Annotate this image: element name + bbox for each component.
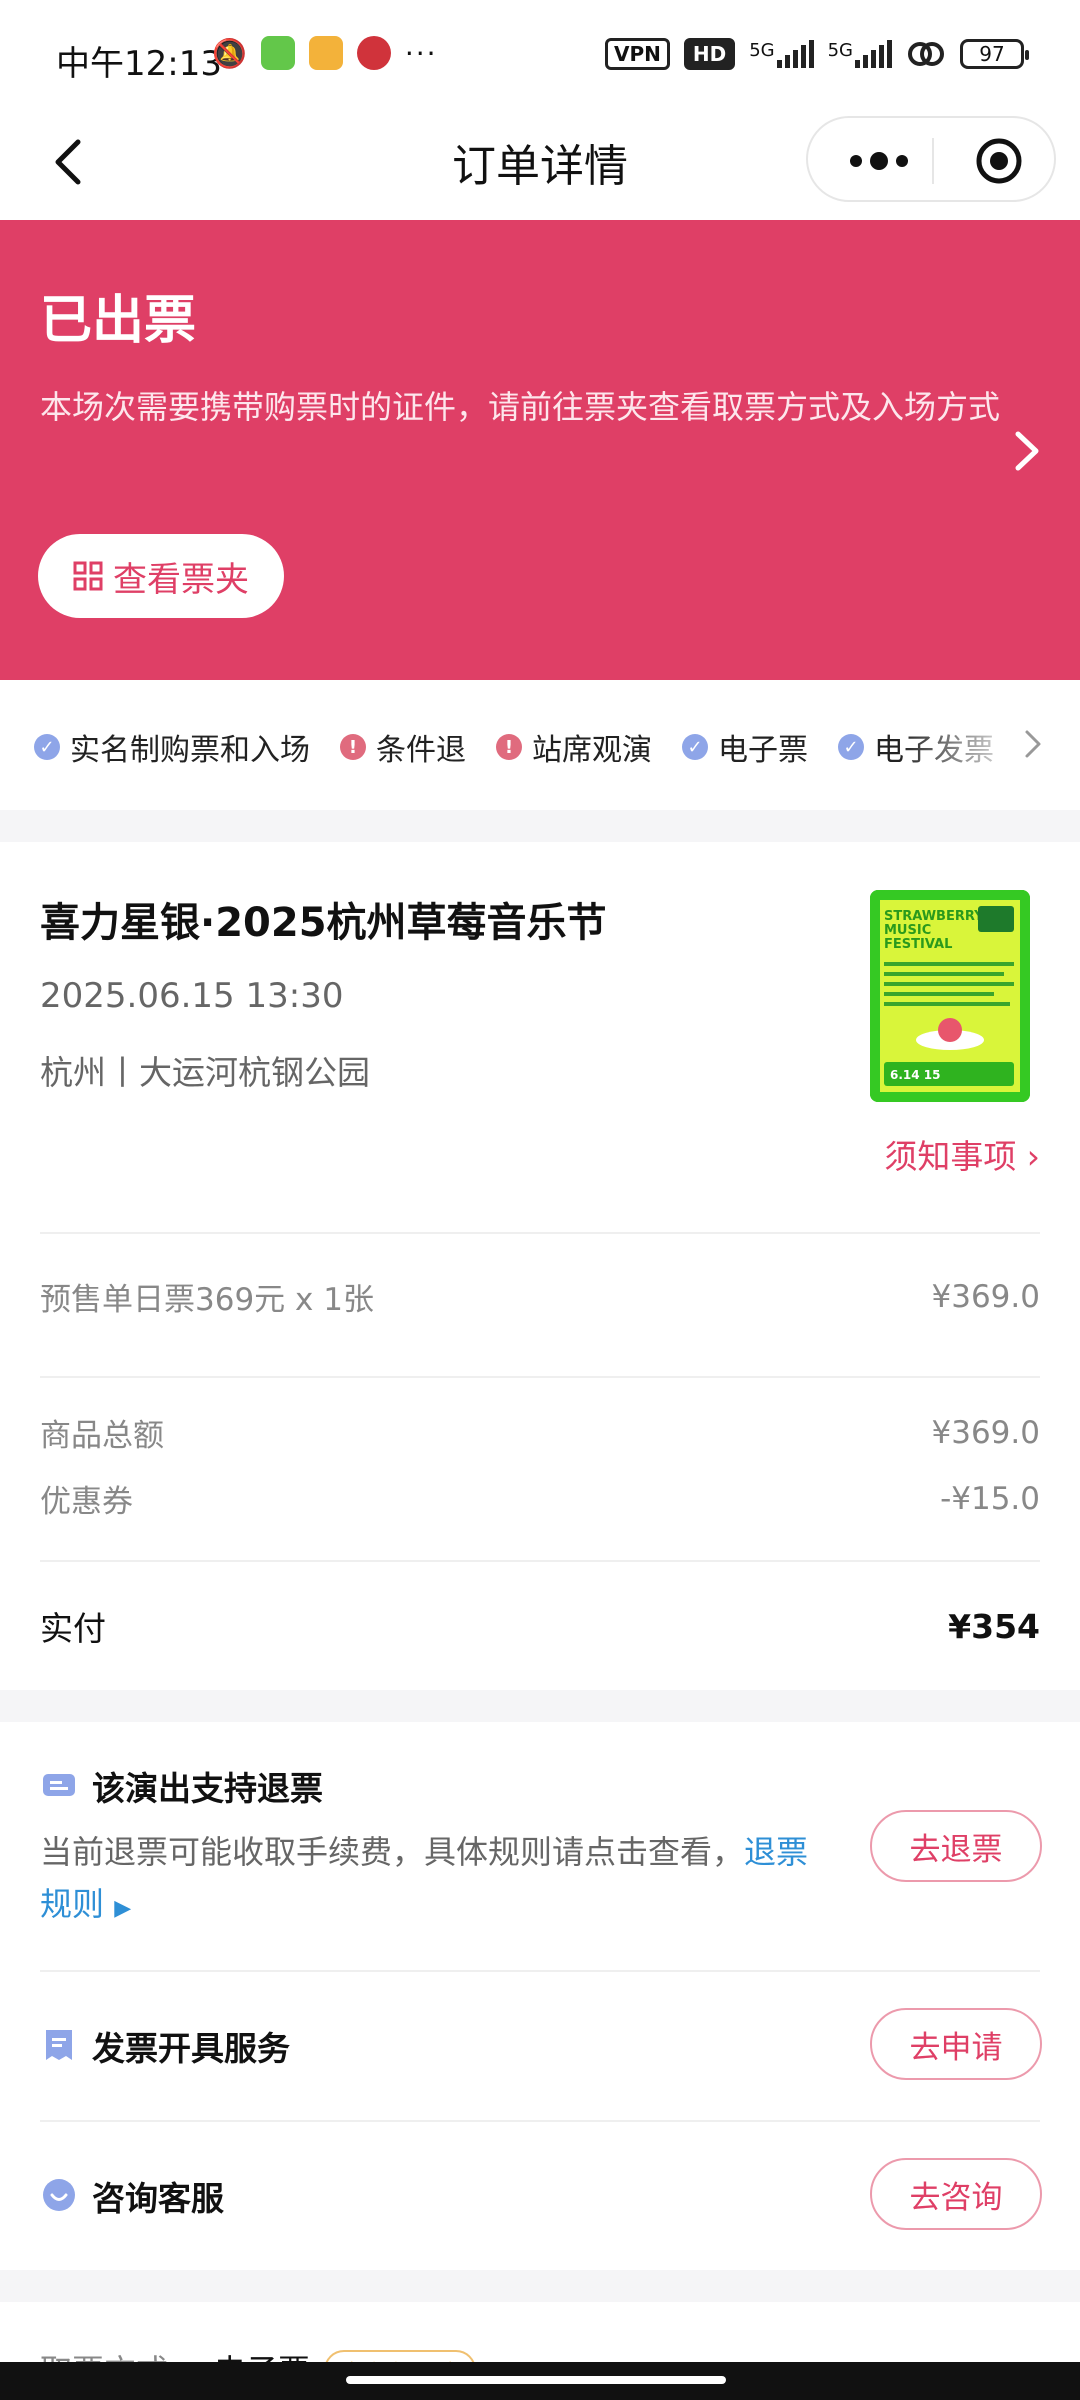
ticket-status-banner[interactable]: 已出票 本场次需要携带购票时的证件，请前往票夹查看取票方式及入场方式 查看票夹: [0, 220, 1080, 680]
poster-image: STRAWBERRY MUSIC FESTIVAL 6.14 15: [870, 890, 1030, 1102]
divider: [40, 1232, 1040, 1234]
poster-line1: STRAWBERRY: [884, 909, 984, 924]
tag-e-ticket[interactable]: ✓ 电子票: [682, 725, 808, 769]
clock: 中午12:13: [56, 44, 222, 84]
chevron-right-icon[interactable]: [1022, 726, 1044, 762]
chevron-right-icon[interactable]: [1008, 426, 1044, 476]
subtotal-label: 商品总额: [40, 1418, 164, 1454]
ticket-line-price: ¥369.0: [931, 1278, 1040, 1315]
tag-label: 电子票: [718, 733, 808, 768]
ticket-line-label: 预售单日票369元 x 1张: [40, 1282, 374, 1318]
nav-bar: 订单详情: [0, 110, 1080, 220]
view-ticket-wallet-label: 查看票夹: [113, 559, 249, 600]
qr-grid-icon: [73, 561, 103, 591]
refund-button[interactable]: 去退票: [870, 1810, 1042, 1882]
divider: [40, 2120, 1040, 2122]
tag-label: 站席观演: [532, 733, 652, 768]
customer-service-icon: [43, 2179, 75, 2211]
apply-invoice-button[interactable]: 去申请: [870, 2008, 1042, 2080]
check-icon: ✓: [682, 734, 708, 760]
coupon-row: 优惠券 -¥15.0: [40, 1476, 1040, 1521]
event-datetime: 2025.06.15 13:30: [40, 976, 344, 1016]
support-title: 咨询客服: [92, 2179, 224, 2218]
refund-title: 该演出支持退票: [92, 1769, 323, 1808]
policy-tags[interactable]: ✓实名制购票和入场 !条件退 !站席观演 ✓电子票 ✓电子发票: [0, 680, 1080, 810]
more-notifications-icon: ···: [404, 36, 438, 70]
vpn-indicator: VPN: [604, 38, 670, 70]
tag-label: 实名制购票和入场: [70, 733, 310, 768]
system-indicators: VPN HD 5G 5G 97: [604, 38, 1029, 70]
network-type-label: 5G: [827, 40, 853, 61]
subtotal-value: ¥369.0: [931, 1414, 1040, 1451]
paid-amount: ¥354: [948, 1606, 1040, 1646]
tag-standing[interactable]: ! 站席观演: [496, 725, 652, 769]
home-indicator[interactable]: [346, 2376, 726, 2384]
event-venue: 杭州丨大运河杭钢公园: [40, 1053, 370, 1092]
coupon-label: 优惠券: [40, 1484, 133, 1520]
divider: [40, 1970, 1040, 1972]
invoice-icon: [46, 2030, 72, 2060]
check-icon: ✓: [34, 734, 60, 760]
ticket-icon: [43, 1774, 75, 1796]
tag-conditional-refund[interactable]: ! 条件退: [340, 725, 466, 769]
app-notification-icon: [356, 36, 391, 70]
miniapp-capsule: [806, 116, 1056, 202]
check-icon: ✓: [838, 734, 864, 760]
warning-icon: !: [496, 734, 522, 760]
link-icon: [908, 42, 944, 66]
notice-link[interactable]: 须知事项 ›: [884, 1130, 1040, 1178]
refund-description: 当前退票可能收取手续费，具体规则请点击查看，退票规则 ▶: [40, 1826, 840, 1935]
warning-icon: !: [340, 734, 366, 760]
view-ticket-wallet-button[interactable]: 查看票夹: [38, 534, 284, 618]
ticket-status: 已出票: [40, 291, 197, 351]
triangle-right-icon: ▶: [114, 1896, 132, 1921]
subtotal-row: 商品总额 ¥369.0: [40, 1410, 1040, 1455]
poster-line3: FESTIVAL: [884, 937, 952, 952]
services-card: 该演出支持退票 当前退票可能收取手续费，具体规则请点击查看，退票规则 ▶ 去退票…: [0, 1722, 1080, 2270]
battery-indicator: 97: [960, 39, 1029, 69]
poster-date: 6.14 15: [890, 1068, 940, 1082]
app-notification-icon: [260, 36, 295, 70]
event-title[interactable]: 喜力星银·2025杭州草莓音乐节: [40, 890, 607, 948]
order-card: 喜力星银·2025杭州草莓音乐节 2025.06.15 13:30 杭州丨大运河…: [0, 842, 1080, 1690]
capsule-divider: [932, 138, 934, 184]
mute-icon: 🔕: [212, 36, 247, 70]
tag-label: 条件退: [376, 733, 466, 768]
divider: [40, 1376, 1040, 1378]
fade-overlay: [900, 680, 1080, 810]
event-poster[interactable]: STRAWBERRY MUSIC FESTIVAL 6.14 15: [870, 890, 1030, 1102]
signal-icon: 5G: [749, 40, 814, 68]
tag-real-name[interactable]: ✓ 实名制购票和入场: [34, 725, 310, 769]
more-dots-icon[interactable]: [844, 146, 914, 176]
ticket-instructions: 本场次需要携带购票时的证件，请前往票夹查看取票方式及入场方式: [40, 388, 1001, 426]
close-target-icon[interactable]: [974, 136, 1024, 186]
poster-line2: MUSIC: [884, 923, 931, 938]
app-notification-icon: [308, 36, 343, 70]
consult-button[interactable]: 去咨询: [870, 2158, 1042, 2230]
invoice-title: 发票开具服务: [92, 2029, 290, 2068]
signal-icon: 5G: [828, 40, 892, 68]
tag-list: ✓实名制购票和入场 !条件退 !站席观演 ✓电子票 ✓电子发票: [34, 725, 994, 769]
network-type-label: 5G: [749, 40, 775, 61]
paid-label: 实付: [40, 1609, 106, 1648]
system-nav-bar: [0, 2362, 1080, 2400]
divider: [40, 1560, 1040, 1562]
notification-icons: 🔕 ···: [212, 36, 438, 70]
status-bar: 中午12:13 🔕 ··· VPN HD 5G 5G 97: [0, 0, 1080, 110]
coupon-value: -¥15.0: [940, 1480, 1040, 1517]
ticket-line-item: 预售单日票369元 x 1张 ¥369.0: [40, 1274, 1040, 1319]
hd-indicator: HD: [683, 38, 736, 70]
refund-desc-text: 当前退票可能收取手续费，具体规则请点击查看，: [40, 1833, 745, 1871]
paid-row: 实付 ¥354: [40, 1602, 1040, 1650]
